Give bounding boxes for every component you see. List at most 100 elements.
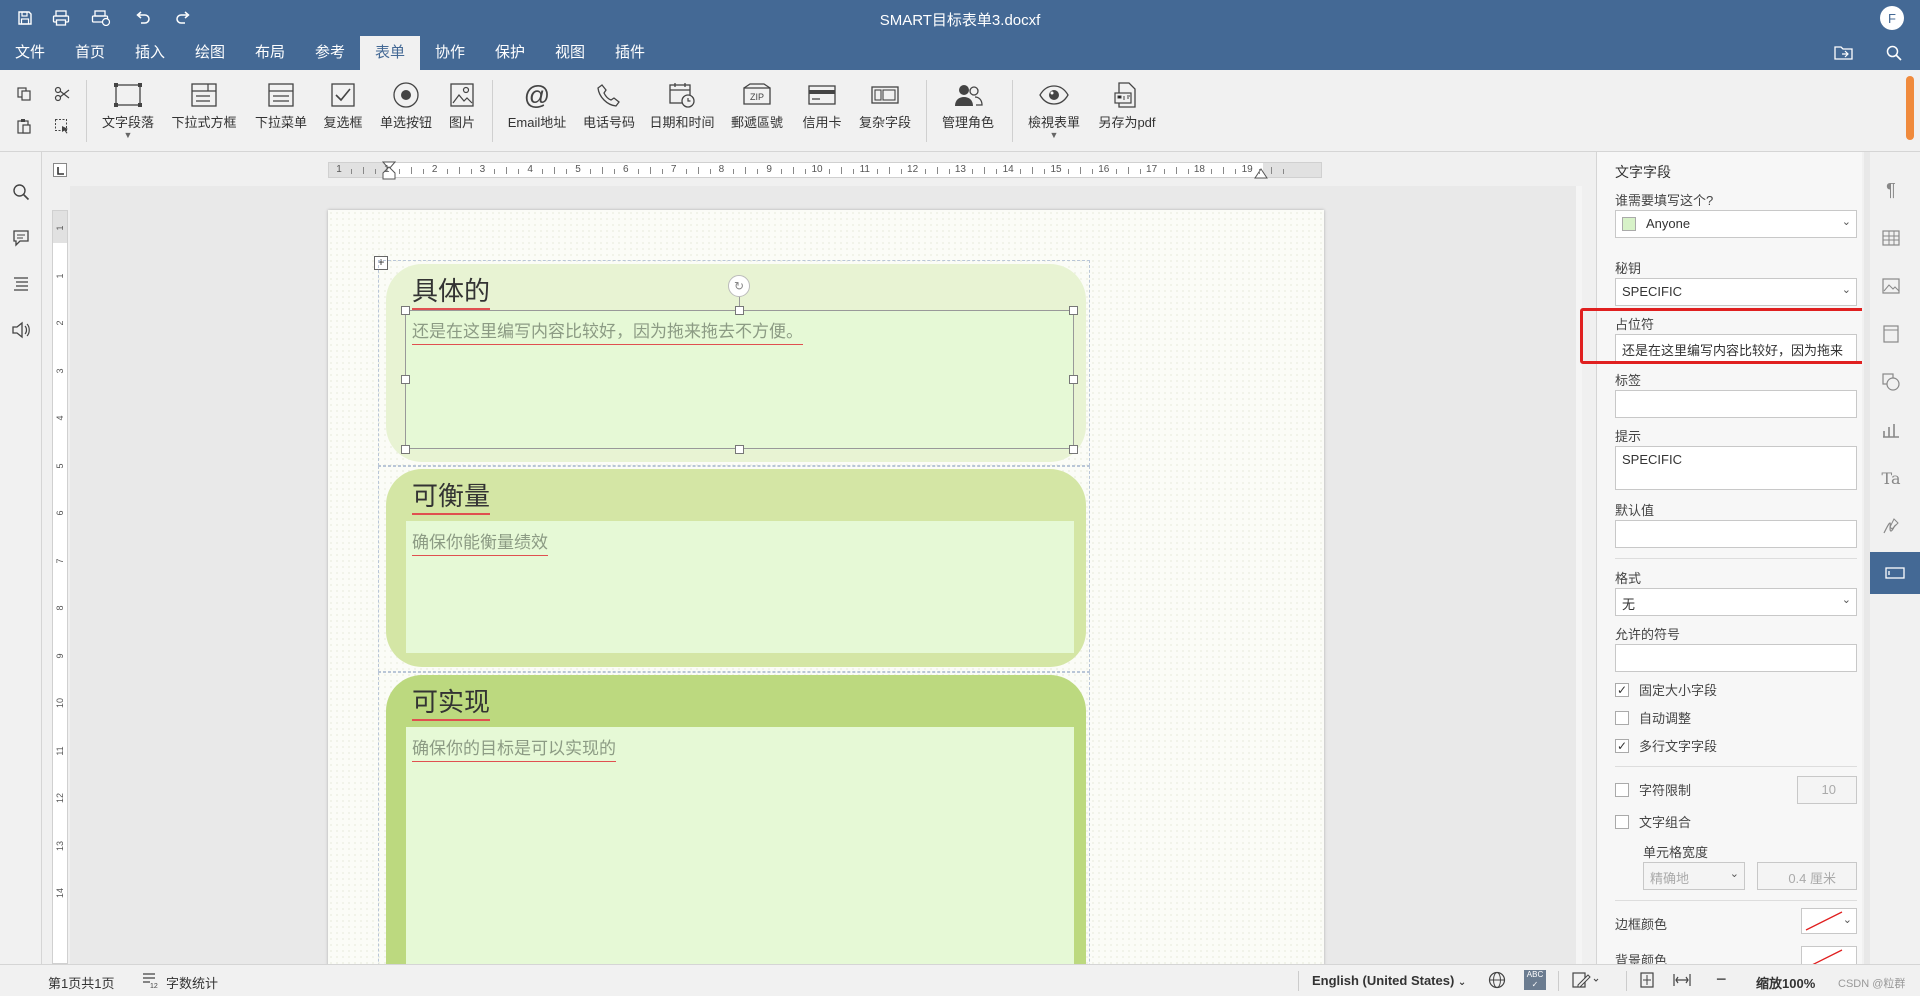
email-field-button[interactable]: @ Email地址 [502,80,572,146]
tag-input[interactable] [1615,390,1857,418]
cell-width-mode-select[interactable]: 精确地 ⌄ [1643,862,1745,890]
tab-draw[interactable]: 绘图 [188,36,232,70]
fit-width-icon[interactable] [1672,971,1692,992]
credit-card-field-button[interactable]: 信用卡 [796,80,848,146]
resize-handle[interactable] [1069,375,1078,384]
view-form-button[interactable]: 檢視表單 ▼ [1022,80,1086,146]
radio-button-button[interactable]: 单选按钮 [374,80,438,146]
tab-collaborate[interactable]: 协作 [428,36,472,70]
manage-roles-button[interactable]: 管理角色 [936,80,1000,146]
checkbox-button[interactable]: 复选框 [318,80,368,146]
image-field-button[interactable]: 图片 [444,80,480,146]
ruler-tick [1092,169,1093,174]
tab-layout[interactable]: 布局 [248,36,292,70]
selection-frame [405,310,1074,449]
tab-references[interactable]: 参考 [308,36,352,70]
tab-stop-selector[interactable] [53,163,67,177]
right-indent-marker-icon[interactable] [1254,167,1268,179]
dropdown-list-button[interactable]: 下拉菜单 [250,80,312,146]
ruler-number: 15 [1050,164,1062,175]
allowed-symbols-input[interactable] [1615,644,1857,672]
image-icon[interactable] [1879,274,1903,298]
page-count[interactable]: 第1页共1页 [48,973,114,992]
datetime-field-button[interactable]: 日期和时间 [646,80,718,146]
shape-icon[interactable] [1879,370,1903,394]
phone-field-button[interactable]: 电话号码 [578,80,640,146]
comment-icon[interactable] [9,226,33,250]
copy-icon[interactable] [12,82,36,106]
track-changes-icon[interactable] [1572,971,1600,992]
tip-textarea[interactable]: SPECIFIC [1615,446,1857,490]
chevron-down-icon[interactable]: ▼ [96,131,160,140]
resize-handle[interactable] [735,445,744,454]
language-select[interactable]: English (United States) ⌄ [1312,973,1466,988]
tab-plugins[interactable]: 插件 [608,36,652,70]
fixed-size-checkbox[interactable]: ✓ 固定大小字段 [1615,680,1717,699]
word-count-icon[interactable]: 123 [140,971,162,992]
ruler-number: 6 [623,164,629,175]
format-select[interactable]: 无 ⌄ [1615,588,1857,616]
document-canvas[interactable]: + 具体的 还是在这里编写内容比较好，因为拖来拖去不方便。 可衡量 确保你能衡量… [70,186,1582,964]
panel-scrollbar[interactable] [1864,152,1870,964]
key-select[interactable]: SPECIFIC ⌄ [1615,278,1857,306]
tab-protect[interactable]: 保护 [488,36,532,70]
text-field-button[interactable]: 文字段落 ▼ [96,80,160,146]
zip-field-button[interactable]: ZIP 郵遞區號 [726,80,788,146]
fit-page-icon[interactable] [1638,971,1656,992]
globe-icon[interactable] [1488,971,1506,992]
tab-forms[interactable]: 表单 [360,36,420,70]
default-value-input[interactable] [1615,520,1857,548]
tab-view[interactable]: 视图 [548,36,592,70]
form-settings-tab[interactable] [1870,552,1920,594]
text-field[interactable]: 确保你的目标是可以实现的 [406,727,1074,964]
search-icon[interactable] [9,180,33,204]
document-page[interactable]: + 具体的 还是在这里编写内容比较好，因为拖来拖去不方便。 可衡量 确保你能衡量… [328,210,1324,964]
resize-handle[interactable] [401,306,410,315]
chart-icon[interactable] [1879,418,1903,442]
who-fills-select[interactable]: Anyone ⌄ [1615,210,1857,238]
chevron-down-icon[interactable]: ▼ [1022,131,1086,140]
cell-width-stepper[interactable]: 0.4 厘米 [1757,862,1857,890]
tab-insert[interactable]: 插入 [128,36,172,70]
multiline-checkbox[interactable]: ✓ 多行文字字段 [1615,736,1717,755]
vertical-ruler[interactable]: 1 1 2 3 4 5 6 7 8 9 10 11 12 13 14 [52,210,68,964]
resize-handle[interactable] [1069,306,1078,315]
paste-icon[interactable] [12,114,36,138]
autofit-checkbox[interactable]: 自动调整 [1615,708,1691,727]
select-all-icon[interactable] [50,114,74,138]
combo-box-button[interactable]: 下拉式方框 [168,80,240,146]
tab-home[interactable]: 首页 [68,36,112,70]
complex-field-button[interactable]: 复杂字段 [854,80,916,146]
word-count-label[interactable]: 字数统计 [166,973,218,992]
zoom-level[interactable]: 缩放100% [1756,973,1815,992]
speaker-icon[interactable] [9,318,33,342]
text-art-icon[interactable]: Ta [1879,466,1903,490]
resize-handle[interactable] [735,306,744,315]
resize-handle[interactable] [401,445,410,454]
rotate-handle-icon[interactable]: ↻ [728,275,750,297]
char-limit-checkbox[interactable]: 字符限制 [1615,780,1691,799]
search-icon[interactable] [1882,42,1906,64]
text-field[interactable]: 确保你能衡量绩效 [406,521,1074,653]
char-limit-stepper[interactable]: 10 [1797,776,1857,804]
document-scrollbar[interactable] [1576,186,1582,964]
resize-handle[interactable] [1069,445,1078,454]
horizontal-ruler[interactable]: 1 1 2 3 4 5 6 7 8 9 10 11 12 13 14 15 16 17 18 19 [328,161,1322,180]
bg-color-picker[interactable] [1801,946,1857,964]
signature-icon[interactable] [1879,514,1903,538]
toolbar-scrollbar[interactable] [1906,76,1914,140]
header-footer-icon[interactable] [1879,322,1903,346]
paragraph-icon[interactable]: ¶ [1879,178,1903,202]
user-avatar[interactable]: F [1880,6,1904,30]
table-icon[interactable] [1879,226,1903,250]
save-as-pdf-button[interactable]: 另存为pdf [1092,80,1162,146]
border-color-picker[interactable]: ⌄ [1801,908,1857,934]
navigation-icon[interactable] [9,272,33,296]
open-location-icon[interactable] [1832,42,1856,64]
zoom-out-button[interactable]: − [1716,969,1727,990]
cut-icon[interactable] [50,82,74,106]
tab-file[interactable]: 文件 [8,36,52,70]
comb-checkbox[interactable]: 文字组合 [1615,812,1691,831]
spellcheck-icon[interactable]: ABC ✓ [1524,970,1546,990]
resize-handle[interactable] [401,375,410,384]
